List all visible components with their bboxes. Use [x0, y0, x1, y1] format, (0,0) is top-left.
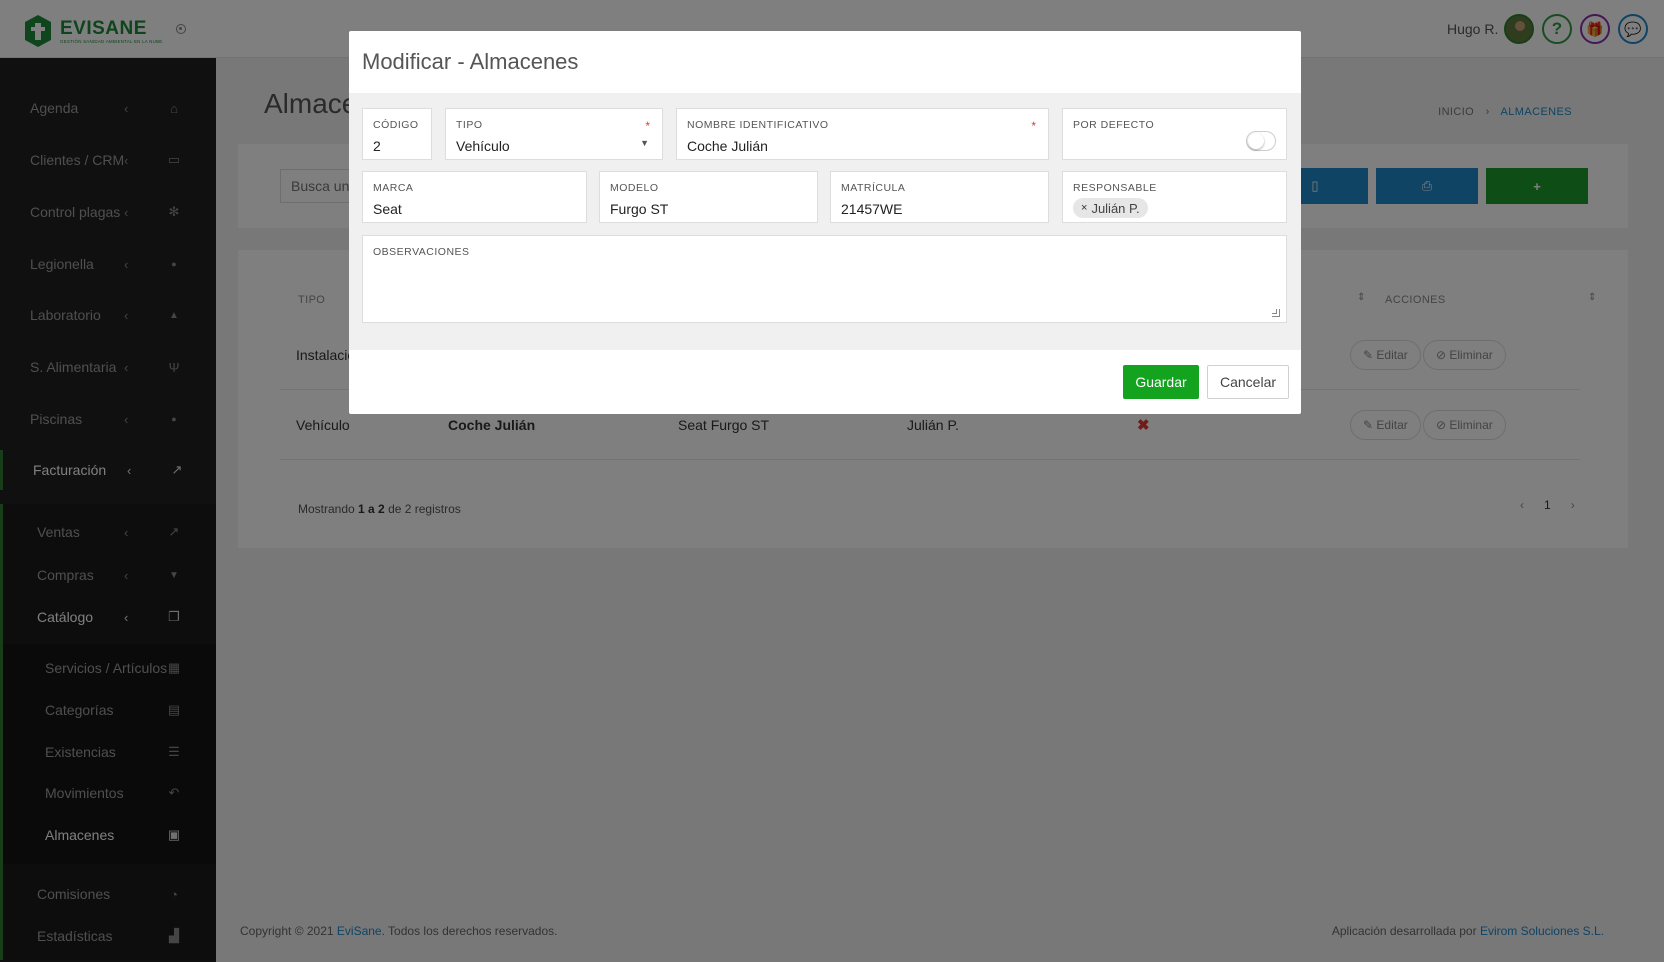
cancel-button[interactable]: Cancelar [1207, 365, 1289, 399]
responsable-label: RESPONSABLE [1073, 182, 1157, 194]
modal-body: CÓDIGO 2 TIPO * Vehículo ▼ NOMBRE IDENTI… [349, 93, 1301, 350]
responsable-chip: × Julián P. [1073, 198, 1148, 218]
responsable-value: Julián P. [1091, 200, 1140, 216]
matricula-value: 21457WE [841, 201, 903, 217]
nombre-label: NOMBRE IDENTIFICATIVO [687, 119, 829, 131]
required-mark: * [1031, 119, 1036, 133]
modelo-label: MODELO [610, 182, 659, 194]
nombre-identificativo-field[interactable]: NOMBRE IDENTIFICATIVO * Coche Julián [676, 108, 1049, 160]
modal-header: Modificar - Almacenes [349, 31, 1301, 93]
tipo-label: TIPO [456, 119, 483, 131]
marca-label: MARCA [373, 182, 414, 194]
marca-field[interactable]: MARCA Seat [362, 171, 587, 223]
modelo-value: Furgo ST [610, 201, 669, 217]
save-button[interactable]: Guardar [1123, 365, 1199, 399]
remove-chip-icon[interactable]: × [1081, 202, 1087, 214]
por-defecto-label: POR DEFECTO [1073, 119, 1155, 131]
observaciones-textarea[interactable]: OBSERVACIONES [362, 235, 1287, 323]
modelo-field[interactable]: MODELO Furgo ST [599, 171, 818, 223]
observaciones-label: OBSERVACIONES [373, 246, 470, 258]
tipo-select[interactable]: TIPO * Vehículo ▼ [445, 108, 663, 160]
por-defecto-toggle[interactable] [1246, 131, 1276, 151]
caret-down-icon: ▼ [640, 138, 649, 148]
codigo-value: 2 [373, 138, 381, 154]
resize-handle-icon[interactable] [1272, 309, 1280, 317]
nombre-value: Coche Julián [687, 138, 768, 154]
tipo-value: Vehículo [456, 138, 510, 154]
por-defecto-field: POR DEFECTO [1062, 108, 1287, 160]
edit-warehouse-modal: Modificar - Almacenes CÓDIGO 2 TIPO * Ve… [349, 31, 1301, 414]
codigo-label: CÓDIGO [373, 119, 419, 131]
matricula-label: MATRÍCULA [841, 182, 906, 194]
modal-title: Modificar - Almacenes [362, 49, 579, 74]
marca-value: Seat [373, 201, 402, 217]
matricula-field[interactable]: MATRÍCULA 21457WE [830, 171, 1049, 223]
responsable-field[interactable]: RESPONSABLE × Julián P. [1062, 171, 1287, 223]
codigo-field[interactable]: CÓDIGO 2 [362, 108, 432, 160]
modal-footer: Guardar Cancelar [349, 350, 1301, 414]
required-mark: * [645, 119, 650, 133]
